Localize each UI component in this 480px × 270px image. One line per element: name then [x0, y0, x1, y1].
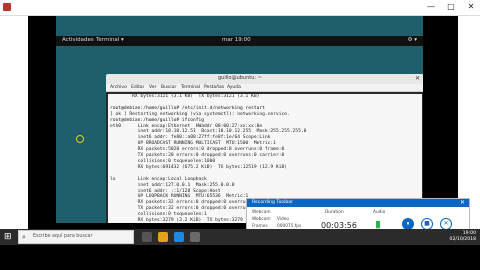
terminal-titlebar[interactable]: guillo@ubuntu: ~ ✕: [106, 74, 423, 84]
browser-icon[interactable]: [174, 232, 184, 242]
taskbar: ⊞ ⌕ Escribe aquí para buscar 19:00 02/10…: [0, 229, 480, 245]
host-titlebar: — □ ✕: [0, 0, 480, 16]
left-margin: [0, 16, 28, 231]
terminal-menubar: Archivo Editar Ver Buscar Terminal Pesta…: [106, 84, 423, 92]
menu-buscar[interactable]: Buscar: [161, 85, 176, 90]
menu-ayuda[interactable]: Ayuda: [227, 85, 241, 90]
activities-button[interactable]: Actividades: [62, 37, 94, 43]
row-label: Webcam: [252, 217, 271, 222]
vm-screen: Actividades Terminal ▾ mar 19:00 ⚙ ▾ gui…: [56, 16, 423, 223]
taskbar-search[interactable]: ⌕ Escribe aquí para buscar: [18, 230, 134, 244]
video-letterbox-bottom: [0, 245, 480, 270]
app-menu-label: Terminal: [96, 37, 120, 43]
app-menu-terminal[interactable]: Terminal ▾: [96, 37, 124, 43]
menu-ver[interactable]: Ver: [149, 85, 156, 90]
terminal-title: guillo@ubuntu: ~: [218, 75, 262, 81]
system-clock[interactable]: 19:00 02/10/2018: [446, 231, 476, 243]
recording-close-icon[interactable]: ✕: [460, 199, 465, 206]
maximize-button[interactable]: □: [446, 2, 456, 12]
col-label-webcam: Webcam: [252, 210, 271, 215]
system-menu[interactable]: ⚙ ▾: [408, 37, 417, 43]
close-button[interactable]: ✕: [466, 2, 476, 12]
menu-archivo[interactable]: Archivo: [110, 85, 127, 90]
menu-terminal[interactable]: Terminal: [181, 85, 200, 90]
recording-titlebar[interactable]: Recording Toolbar ✕: [247, 199, 469, 207]
virtualbox-icon[interactable]: [190, 232, 200, 242]
file-explorer-icon[interactable]: [158, 232, 168, 242]
mouse-cursor-highlight: [76, 135, 84, 143]
row-value: Video: [277, 217, 290, 222]
col-label-audio: Audio: [373, 210, 386, 215]
search-icon: ⌕: [22, 233, 26, 241]
minimize-button[interactable]: —: [426, 2, 436, 12]
windows-start-icon[interactable]: ⊞: [4, 232, 12, 242]
menu-pestanas[interactable]: Pestañas: [204, 85, 224, 90]
app-icon: [3, 3, 11, 11]
gnome-topbar: Actividades Terminal ▾ mar 19:00 ⚙ ▾: [56, 36, 423, 46]
menu-editar[interactable]: Editar: [131, 85, 144, 90]
vm-clock[interactable]: mar 19:00: [222, 37, 251, 43]
task-view-icon[interactable]: [142, 232, 152, 242]
window-controls: — □ ✕: [426, 2, 476, 12]
chevron-down-icon: ▾: [121, 37, 124, 43]
search-placeholder: Escribe aquí para buscar: [33, 234, 93, 239]
clock-date: 02/10/2018: [449, 237, 476, 242]
col-label-duration: Duration: [325, 210, 344, 215]
terminal-close-icon[interactable]: ✕: [415, 75, 420, 82]
recording-title: Recording Toolbar: [252, 200, 293, 205]
